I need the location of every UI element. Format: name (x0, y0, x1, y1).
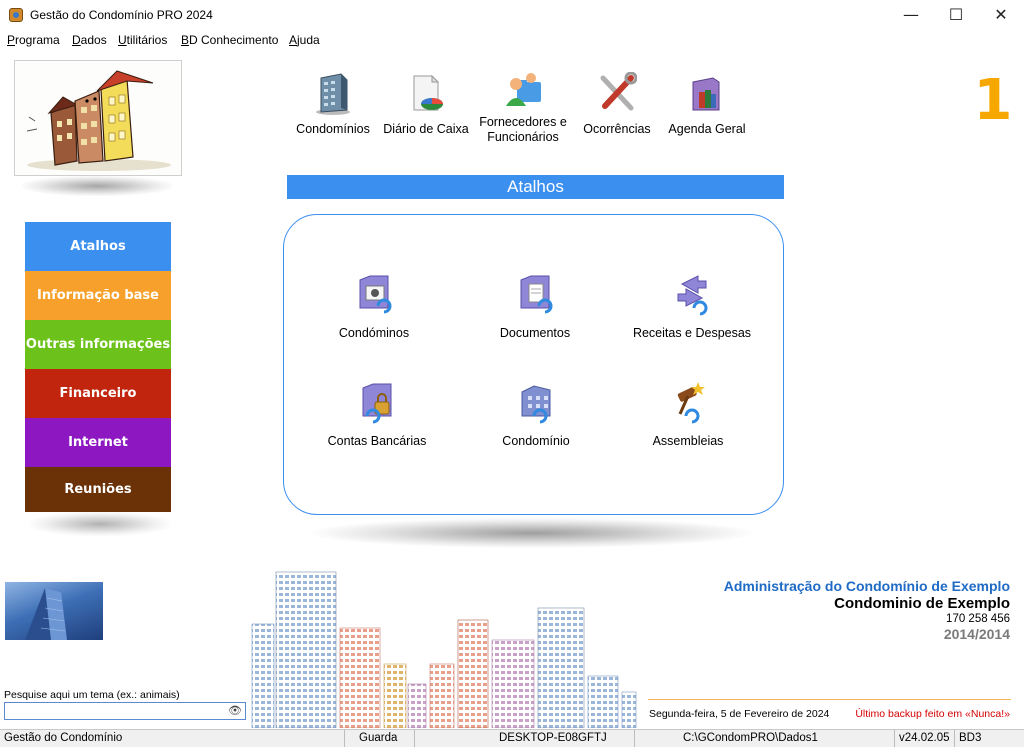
agenda-books-icon (687, 72, 727, 112)
shortcut-contas-bancarias[interactable]: Contas Bancárias (297, 380, 457, 448)
nav-atalhos[interactable]: Atalhos (25, 222, 171, 271)
divider (648, 699, 1011, 700)
status-database: BD3 (959, 732, 982, 744)
building-icon (516, 380, 556, 424)
toolbar-agenda-geral[interactable]: Agenda Geral (662, 72, 752, 137)
backup-status[interactable]: Último backup feito em «Nunca!» (855, 708, 1010, 720)
toolbar-fornecedores[interactable]: Fornecedores e Funcionários (478, 72, 568, 145)
exchange-arrows-icon (672, 272, 712, 316)
minimize-button[interactable]: — (888, 0, 934, 30)
shortcut-assembleias[interactable]: Assembleias (608, 380, 768, 448)
building-photo (5, 582, 103, 640)
menu-dados[interactable]: Dados (72, 33, 107, 47)
nav-internet[interactable]: Internet (25, 418, 171, 467)
maximize-button[interactable]: ☐ (933, 0, 979, 30)
menu-utilitarios[interactable]: Utilitários (118, 33, 167, 47)
fiscal-years: 2014/2014 (943, 626, 1010, 642)
nav-shadow (30, 512, 170, 536)
cartoon-buildings-icon (26, 70, 171, 171)
logo-shadow (22, 176, 172, 196)
status-computer: DESKTOP-E08GFTJ (415, 730, 635, 747)
nav-financeiro[interactable]: Financeiro (25, 369, 171, 418)
toolbar-condominios[interactable]: Condomínios (288, 72, 378, 137)
title-bar: Gestão do Condomínio PRO 2024 — ☐ ✕ (0, 0, 1024, 30)
documents-folder-icon (515, 272, 555, 316)
tools-icon (597, 71, 638, 112)
nav-reunioes[interactable]: Reuniões (25, 467, 171, 512)
menu-bar: Programa Dados Utilitários BD Conhecimen… (0, 30, 1024, 50)
panel-shadow (312, 518, 752, 548)
city-skyline-icon (251, 571, 637, 728)
active-number-indicator: 1 (973, 68, 1013, 133)
nav-informacao-base[interactable]: Informação base (25, 271, 171, 320)
status-mode: Guarda (345, 730, 415, 747)
bank-lock-folder-icon (357, 380, 397, 424)
main-window: Gestão do Condomínio PRO 2024 — ☐ ✕ Prog… (0, 0, 1024, 747)
status-version: v24.02.05 (895, 730, 955, 747)
close-button[interactable]: ✕ (978, 0, 1024, 30)
status-app-name: Gestão do Condomínio (0, 730, 345, 747)
menu-ajuda[interactable]: Ajuda (289, 33, 320, 47)
toolbar-diario-de-caixa[interactable]: Diário de Caixa (381, 72, 471, 137)
window-title: Gestão do Condomínio PRO 2024 (30, 8, 213, 22)
menu-bd-conhecimento[interactable]: BD Conhecimento (181, 33, 278, 47)
search-input[interactable] (4, 702, 246, 720)
eye-icon[interactable]: 👁 (228, 705, 242, 717)
gavel-icon (668, 380, 708, 424)
people-folder-icon (503, 72, 543, 112)
status-data-path: C:\GCondomPRO\Dados1 (635, 730, 895, 747)
shortcut-documentos[interactable]: Documentos (455, 272, 615, 340)
shortcut-receitas-despesas[interactable]: Receitas e Despesas (612, 272, 772, 340)
phone-number: 170 258 456 (946, 613, 1010, 625)
shortcut-condominos[interactable]: Condóminos (294, 272, 454, 340)
shortcuts-panel (283, 214, 784, 515)
current-date: Segunda-feira, 5 de Fevereiro de 2024 (649, 708, 830, 720)
search-label: Pesquise aqui um tema (ex.: animais) (4, 689, 180, 701)
status-bar: Gestão do Condomínio Guarda DESKTOP-E08G… (0, 729, 1024, 747)
toolbar-ocorrencias[interactable]: Ocorrências (572, 71, 662, 137)
panel-title: Atalhos (287, 175, 784, 199)
document-pie-chart-icon (406, 72, 446, 112)
office-building-icon (313, 72, 353, 115)
logo-image (14, 60, 182, 176)
app-icon (9, 8, 23, 22)
administration-name: Administração do Condomínio de Exemplo (723, 578, 1010, 594)
people-folder-icon (354, 272, 394, 316)
shortcut-condominio[interactable]: Condomínio (456, 380, 616, 448)
nav-outras-informacoes[interactable]: Outras informações (25, 320, 171, 369)
menu-programa[interactable]: Programa (7, 33, 60, 47)
condominium-name: Condominio de Exemplo (834, 595, 1010, 612)
